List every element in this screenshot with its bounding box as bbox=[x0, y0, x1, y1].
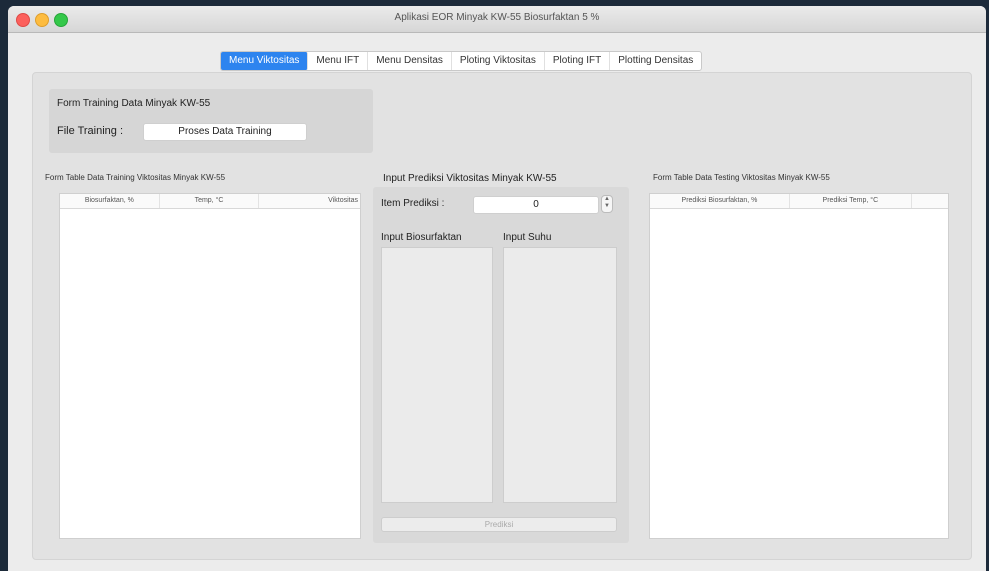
col-prediksi-temp[interactable]: Prediksi Temp, °C bbox=[790, 194, 912, 208]
tab-menu-viktositas[interactable]: Menu Viktositas bbox=[221, 52, 309, 70]
tab-menu-ift[interactable]: Menu IFT bbox=[308, 52, 369, 70]
col-empty[interactable] bbox=[912, 194, 948, 208]
training-form-panel: Form Training Data Minyak KW-55 File Tra… bbox=[49, 89, 373, 153]
title-bar: Aplikasi EOR Minyak KW-55 Biosurfaktan 5… bbox=[8, 6, 986, 33]
col-temp[interactable]: Temp, °C bbox=[160, 194, 260, 208]
item-prediksi-stepper[interactable]: ▲ ▼ bbox=[601, 195, 613, 213]
col-biosurfaktan[interactable]: Biosurfaktan, % bbox=[60, 194, 160, 208]
prediction-panel: Item Prediksi : 0 ▲ ▼ Input Biosurfaktan … bbox=[373, 187, 629, 543]
training-form-title: Form Training Data Minyak KW-55 bbox=[57, 98, 211, 109]
training-table-header: Biosurfaktan, % Temp, °C Viktositas bbox=[60, 194, 360, 209]
process-training-button[interactable]: Proses Data Training bbox=[143, 123, 307, 141]
prediction-title: Input Prediksi Viktositas Minyak KW-55 bbox=[383, 173, 557, 184]
app-window: Aplikasi EOR Minyak KW-55 Biosurfaktan 5… bbox=[8, 6, 986, 571]
tab-menu-densitas[interactable]: Menu Densitas bbox=[368, 52, 452, 70]
window-title: Aplikasi EOR Minyak KW-55 Biosurfaktan 5… bbox=[394, 12, 600, 23]
tab-ploting-viktositas[interactable]: Ploting Viktositas bbox=[452, 52, 545, 70]
input-biosurfaktan-label: Input Biosurfaktan bbox=[381, 232, 462, 243]
tab-ploting-ift[interactable]: Ploting IFT bbox=[545, 52, 611, 70]
input-biosurfaktan-list[interactable] bbox=[381, 247, 493, 503]
testing-table-title: Form Table Data Testing Viktositas Minya… bbox=[653, 173, 830, 182]
training-table-title: Form Table Data Training Viktositas Miny… bbox=[45, 173, 226, 182]
training-data-table[interactable]: Biosurfaktan, % Temp, °C Viktositas bbox=[59, 193, 361, 539]
item-prediksi-label: Item Prediksi : bbox=[381, 198, 445, 209]
col-viktositas[interactable]: Viktositas bbox=[259, 194, 360, 208]
testing-data-table[interactable]: Prediksi Biosurfaktan, % Prediksi Temp, … bbox=[649, 193, 949, 539]
input-suhu-list[interactable] bbox=[503, 247, 617, 503]
predict-button[interactable]: Prediksi bbox=[381, 517, 617, 532]
tab-bar: Menu Viktositas Menu IFT Menu Densitas P… bbox=[220, 51, 703, 71]
item-prediksi-field[interactable]: 0 bbox=[473, 196, 599, 214]
col-prediksi-biosurfaktan[interactable]: Prediksi Biosurfaktan, % bbox=[650, 194, 790, 208]
tab-content-panel: Form Training Data Minyak KW-55 File Tra… bbox=[32, 72, 972, 560]
tab-plotting-densitas[interactable]: Plotting Densitas bbox=[610, 52, 701, 70]
testing-table-header: Prediksi Biosurfaktan, % Prediksi Temp, … bbox=[650, 194, 948, 209]
file-training-label: File Training : bbox=[57, 125, 124, 137]
input-suhu-label: Input Suhu bbox=[503, 232, 552, 243]
